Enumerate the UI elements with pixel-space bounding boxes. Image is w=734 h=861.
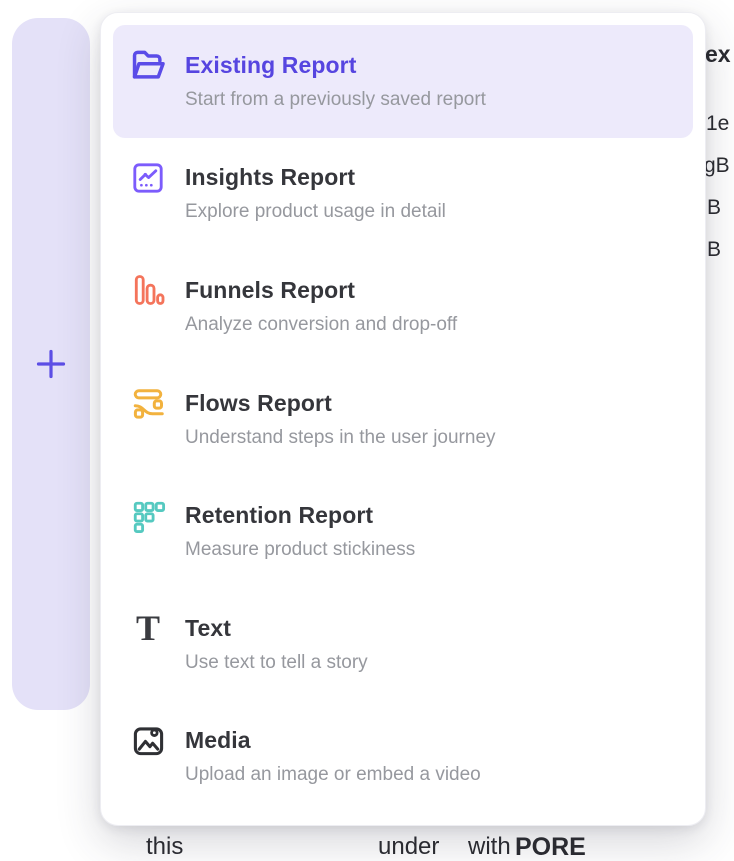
funnel-bars-icon	[129, 271, 167, 309]
background-text-fragment: 1e	[706, 113, 729, 134]
background-text-fragment: this	[146, 835, 183, 859]
menu-item-subtitle: Explore product usage in detail	[185, 199, 446, 224]
background-text-fragment: ex	[705, 43, 731, 66]
menu-item-title: Media	[185, 726, 481, 755]
insights-chart-icon	[129, 159, 167, 197]
plus-icon	[36, 349, 66, 379]
menu-item-subtitle: Use text to tell a story	[185, 650, 368, 675]
background-text-fragment: under	[378, 835, 439, 859]
background-text-fragment: gB	[704, 155, 730, 176]
menu-item-subtitle: Analyze conversion and drop-off	[185, 312, 457, 337]
menu-item-title: Text	[185, 614, 368, 643]
background-text-fragment: B	[707, 197, 721, 218]
menu-item-title: Funnels Report	[185, 276, 457, 305]
menu-item-insights-report[interactable]: Insights Report Explore product usage in…	[113, 138, 693, 251]
menu-item-funnels-report[interactable]: Funnels Report Analyze conversion and dr…	[113, 250, 693, 363]
menu-item-subtitle: Measure product stickiness	[185, 537, 415, 562]
add-button[interactable]	[36, 349, 66, 379]
media-image-icon	[129, 722, 167, 760]
folder-open-icon	[129, 46, 167, 84]
menu-item-existing-report[interactable]: Existing Report Start from a previously …	[113, 25, 693, 138]
menu-item-flows-report[interactable]: Flows Report Understand steps in the use…	[113, 363, 693, 476]
flows-icon	[129, 384, 167, 422]
dashboard-add-rail	[12, 18, 90, 710]
menu-item-subtitle: Understand steps in the user journey	[185, 425, 496, 450]
add-report-menu: Existing Report Start from a previously …	[100, 12, 706, 826]
retention-grid-icon	[129, 497, 167, 535]
menu-item-retention-report[interactable]: Retention Report Measure product stickin…	[113, 475, 693, 588]
background-text-fragment: B	[707, 239, 721, 260]
menu-item-title: Insights Report	[185, 163, 446, 192]
menu-item-subtitle: Upload an image or embed a video	[185, 762, 481, 787]
background-text-fragment: with	[468, 835, 511, 859]
menu-item-title: Existing Report	[185, 51, 486, 80]
menu-item-title: Flows Report	[185, 389, 496, 418]
menu-item-text[interactable]: T Text Use text to tell a story	[113, 588, 693, 701]
menu-item-media[interactable]: Media Upload an image or embed a video	[113, 700, 693, 813]
menu-item-title: Retention Report	[185, 501, 415, 530]
menu-item-subtitle: Start from a previously saved report	[185, 87, 486, 112]
text-icon: T	[129, 609, 167, 647]
